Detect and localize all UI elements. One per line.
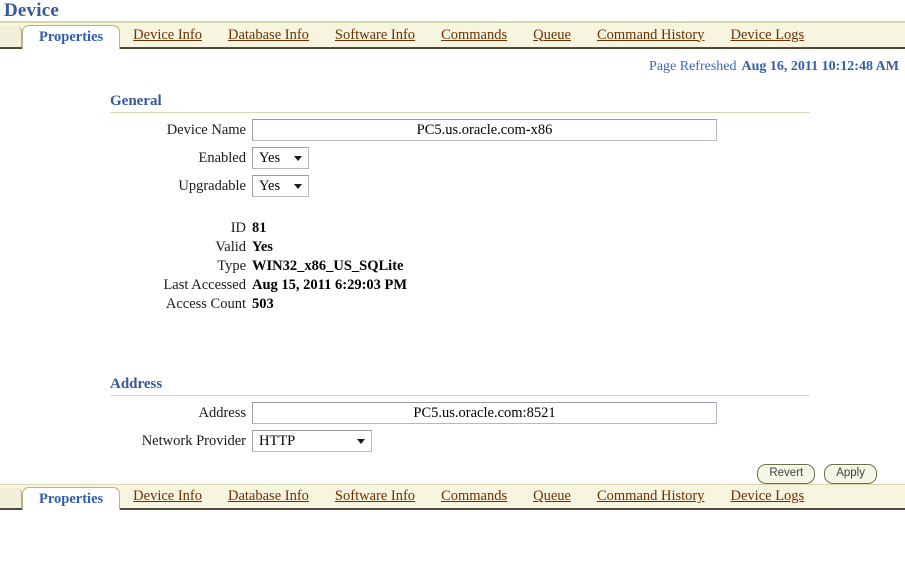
tab-device-info-bottom[interactable]: Device Info bbox=[120, 485, 215, 508]
tab-command-history-bottom[interactable]: Command History bbox=[584, 485, 718, 508]
network-provider-select[interactable]: HTTP bbox=[252, 430, 372, 452]
tab-queue[interactable]: Queue bbox=[520, 23, 584, 47]
readonly-row-valid: Valid Yes bbox=[0, 238, 905, 257]
readonly-row-type: Type WIN32_x86_US_SQLite bbox=[0, 257, 905, 276]
tab-queue-bottom[interactable]: Queue bbox=[520, 485, 584, 508]
address-control bbox=[252, 402, 717, 424]
tab-command-history[interactable]: Command History bbox=[584, 23, 718, 47]
network-provider-select-value: HTTP bbox=[259, 432, 296, 449]
valid-label: Valid bbox=[215, 239, 246, 255]
tab-leading-stub bbox=[0, 488, 22, 508]
tab-bar-top: Properties Device Info Database Info Sof… bbox=[0, 23, 905, 49]
last-accessed-value: Aug 15, 2011 6:29:03 PM bbox=[252, 277, 408, 293]
address-input[interactable] bbox=[252, 402, 717, 424]
tab-commands[interactable]: Commands bbox=[428, 23, 520, 47]
enabled-select[interactable]: Yes bbox=[252, 147, 309, 169]
tab-software-info[interactable]: Software Info bbox=[322, 23, 428, 47]
readonly-row-last-accessed: Last Accessed Aug 15, 2011 6:29:03 PM bbox=[0, 276, 905, 295]
enabled-control: Yes bbox=[252, 147, 309, 169]
section-general: General Device Name Enabled Yes Upgradab… bbox=[0, 93, 905, 314]
chevron-down-icon bbox=[294, 155, 302, 161]
tab-commands-bottom[interactable]: Commands bbox=[428, 485, 520, 508]
type-value: WIN32_x86_US_SQLite bbox=[252, 258, 404, 274]
section-address: Address Address Network Provider HTTP bbox=[0, 376, 905, 452]
access-count-label: Access Count bbox=[165, 296, 246, 312]
address-label: Address bbox=[198, 404, 246, 421]
tab-software-info-bottom[interactable]: Software Info bbox=[322, 485, 428, 508]
enabled-select-value: Yes bbox=[259, 149, 281, 166]
section-general-title: General bbox=[110, 93, 162, 109]
last-accessed-label: Last Accessed bbox=[163, 277, 246, 293]
device-name-label: Device Name bbox=[166, 121, 246, 138]
section-address-title: Address bbox=[110, 376, 163, 392]
field-row-upgradable: Upgradable Yes bbox=[0, 175, 905, 197]
revert-button[interactable]: Revert bbox=[757, 464, 816, 484]
field-row-network-provider: Network Provider HTTP bbox=[0, 430, 905, 452]
section-general-divider bbox=[110, 112, 810, 113]
type-label: Type bbox=[217, 258, 246, 274]
general-readonly-list: ID 81 Valid Yes Type WIN32_x86_US_SQLite… bbox=[0, 219, 905, 314]
form-action-bar: Revert Apply bbox=[0, 452, 905, 484]
chevron-down-icon bbox=[294, 183, 302, 189]
enabled-label: Enabled bbox=[198, 149, 246, 166]
readonly-row-access-count: Access Count 503 bbox=[0, 295, 905, 314]
tab-leading-stub bbox=[0, 26, 22, 47]
device-name-control bbox=[252, 119, 717, 141]
upgradable-select[interactable]: Yes bbox=[252, 175, 309, 197]
field-row-enabled: Enabled Yes bbox=[0, 147, 905, 169]
tab-device-info[interactable]: Device Info bbox=[120, 23, 215, 47]
section-general-header: General bbox=[110, 93, 810, 113]
access-count-value: 503 bbox=[252, 296, 274, 312]
id-label: ID bbox=[230, 220, 246, 236]
upgradable-label: Upgradable bbox=[178, 177, 246, 194]
tab-device-logs[interactable]: Device Logs bbox=[718, 23, 818, 47]
tab-device-logs-bottom[interactable]: Device Logs bbox=[718, 485, 818, 508]
device-name-input[interactable] bbox=[252, 119, 717, 141]
tab-bar-bottom: Properties Device Info Database Info Sof… bbox=[0, 484, 905, 510]
field-row-address: Address bbox=[0, 402, 905, 424]
page-refreshed-line: Page Refreshed Aug 16, 2011 10:12:48 AM bbox=[0, 49, 905, 75]
valid-value: Yes bbox=[252, 239, 273, 255]
tab-database-info-bottom[interactable]: Database Info bbox=[215, 485, 322, 508]
readonly-row-id: ID 81 bbox=[0, 219, 905, 238]
upgradable-select-value: Yes bbox=[259, 177, 281, 194]
section-address-header: Address bbox=[110, 376, 810, 396]
properties-form: General Device Name Enabled Yes Upgradab… bbox=[0, 93, 905, 484]
tab-properties[interactable]: Properties bbox=[22, 25, 121, 49]
upgradable-control: Yes bbox=[252, 175, 309, 197]
id-value: 81 bbox=[252, 220, 267, 236]
field-row-device-name: Device Name bbox=[0, 119, 905, 141]
network-provider-label: Network Provider bbox=[141, 432, 246, 449]
chevron-down-icon bbox=[357, 438, 365, 444]
page-title: Device bbox=[4, 0, 59, 21]
apply-button[interactable]: Apply bbox=[824, 464, 877, 484]
page-refreshed-label: Page Refreshed bbox=[649, 59, 737, 74]
network-provider-control: HTTP bbox=[252, 430, 372, 452]
tab-database-info[interactable]: Database Info bbox=[215, 23, 322, 47]
tab-properties-bottom[interactable]: Properties bbox=[22, 487, 121, 510]
page-refreshed-timestamp: Aug 16, 2011 10:12:48 AM bbox=[741, 59, 900, 74]
section-address-divider bbox=[110, 395, 810, 396]
